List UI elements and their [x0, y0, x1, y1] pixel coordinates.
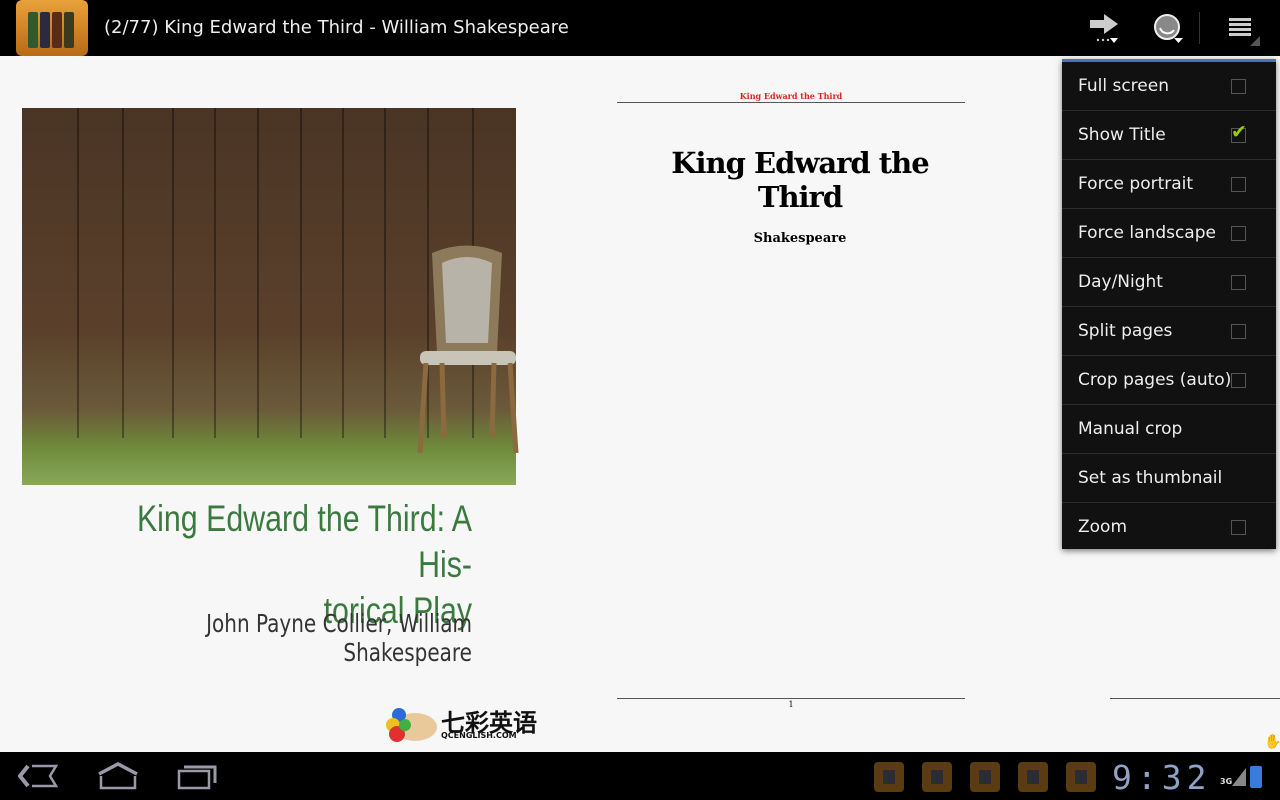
menu-item-full-screen[interactable]: Full screen [1062, 62, 1276, 111]
options-menu: Full screen Show Title Force portrait Fo… [1062, 59, 1276, 549]
notification-app-icon[interactable] [1018, 762, 1048, 792]
window-title: (2/77) King Edward the Third - William S… [104, 17, 569, 38]
divider [1199, 12, 1200, 44]
header-rule [617, 102, 965, 103]
publisher-logo: 七彩英语 QCENGLISH.COM [385, 701, 540, 746]
menu-item-day-night[interactable]: Day/Night [1062, 258, 1276, 307]
signal-icon [1232, 768, 1246, 786]
recent-apps-icon[interactable] [177, 762, 217, 790]
checkbox[interactable] [1231, 373, 1246, 388]
menu-item-force-portrait[interactable]: Force portrait [1062, 160, 1276, 209]
network-type: 3G [1220, 777, 1233, 786]
palette-icon [386, 708, 437, 742]
title-page: King Edward the Third King Edward the Th… [617, 56, 965, 752]
notification-app-icon[interactable] [1066, 762, 1096, 792]
notification-app-icon[interactable] [922, 762, 952, 792]
footer-rule [617, 698, 965, 699]
notification-app-icon[interactable] [874, 762, 904, 792]
cover-page: King Edward the Third: A His-torical Pla… [0, 56, 540, 752]
checkbox[interactable] [1231, 177, 1246, 192]
back-icon[interactable] [18, 762, 58, 790]
menu-item-zoom[interactable]: Zoom [1062, 503, 1276, 552]
pan-hand-icon: ✋ [1264, 734, 1280, 750]
menu-item-split-pages[interactable]: Split pages [1062, 307, 1276, 356]
menu-item-manual-crop[interactable]: Manual crop [1062, 405, 1276, 454]
cover-authors: John Payne Collier, William Shakespeare [206, 609, 472, 667]
checkbox[interactable] [1231, 520, 1246, 535]
book-author: Shakespeare [753, 231, 847, 246]
running-head: King Edward the Third [739, 91, 843, 101]
action-bar: (2/77) King Edward the Third - William S… [0, 0, 1280, 56]
system-bar: 9:32 3G [0, 752, 1280, 800]
page-number: 1 [788, 700, 794, 709]
cover-image [22, 108, 519, 485]
home-icon[interactable] [97, 762, 139, 790]
menu-item-force-landscape[interactable]: Force landscape [1062, 209, 1276, 258]
menu-item-show-title[interactable]: Show Title [1062, 111, 1276, 160]
menu-item-crop-pages[interactable]: Crop pages (auto) [1062, 356, 1276, 405]
menu-item-set-thumbnail[interactable]: Set as thumbnail [1062, 454, 1276, 503]
checkbox-checked[interactable] [1231, 121, 1247, 143]
goto-page-icon[interactable] [1088, 12, 1122, 46]
battery-icon [1250, 766, 1262, 788]
search-icon[interactable] [1152, 12, 1186, 46]
checkbox[interactable] [1231, 275, 1246, 290]
app-book-icon[interactable] [16, 0, 88, 56]
checkbox[interactable] [1231, 226, 1246, 241]
chair-illustration [417, 245, 519, 454]
checkbox[interactable] [1231, 324, 1246, 339]
book-title: King Edward the Third [671, 146, 929, 214]
footer-rule [1110, 698, 1280, 699]
clock[interactable]: 9:32 [1112, 758, 1211, 797]
menu-icon[interactable] [1226, 12, 1260, 46]
checkbox[interactable] [1231, 79, 1246, 94]
notification-app-icon[interactable] [970, 762, 1000, 792]
